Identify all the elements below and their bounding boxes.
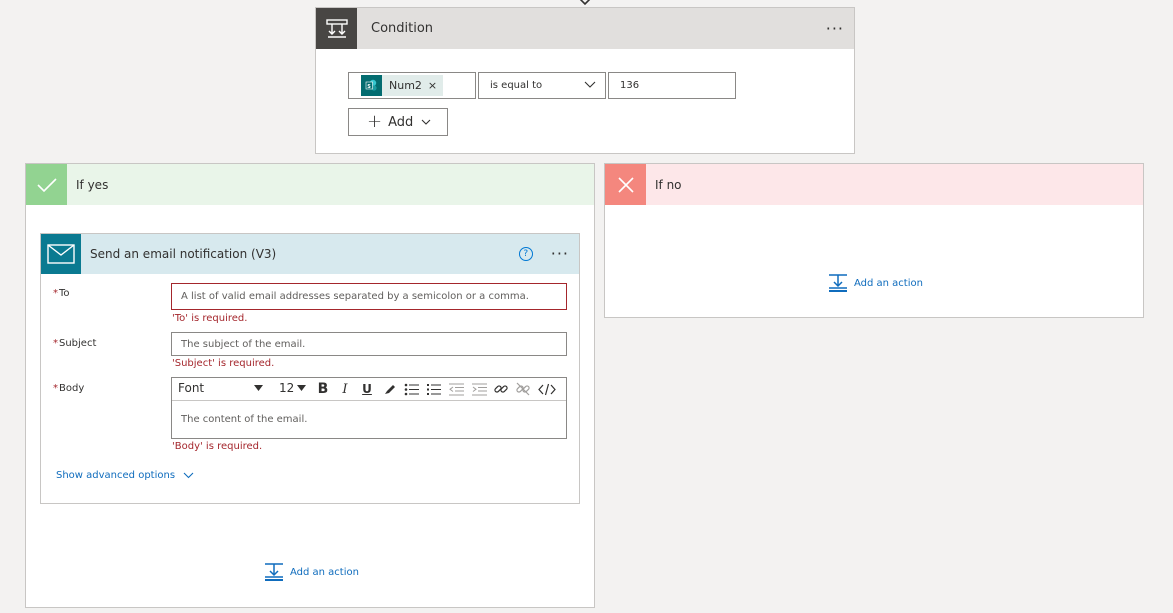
plus-icon: + — [367, 111, 383, 132]
outdent-icon — [448, 383, 464, 395]
email-card-title: Send an email notification (V3) — [90, 247, 277, 261]
unlink-icon — [516, 382, 530, 396]
insert-link-button[interactable] — [492, 380, 510, 398]
subject-error-message: 'Subject' is required. — [172, 358, 275, 369]
font-size-dropdown[interactable]: 12 — [279, 381, 307, 395]
advanced-options-label: Show advanced options — [56, 470, 176, 481]
caret-down-icon — [254, 385, 263, 391]
remove-link-button[interactable] — [514, 380, 532, 398]
body-placeholder: The content of the email. — [181, 414, 308, 425]
add-action-icon — [829, 274, 847, 292]
body-error-message: 'Body' is required. — [172, 441, 263, 452]
add-button-label: Add — [388, 114, 414, 130]
help-icon[interactable]: ? — [518, 247, 533, 261]
condition-title: Condition — [371, 21, 434, 36]
if-no-label: If no — [655, 177, 682, 192]
check-icon — [26, 164, 67, 205]
subject-label-text: Subject — [59, 338, 97, 349]
subject-field[interactable]: The subject of the email. — [171, 332, 567, 356]
token-remove-icon[interactable]: × — [428, 79, 437, 92]
sharepoint-icon: S — [361, 75, 382, 96]
add-action-label: Add an action — [854, 277, 923, 289]
if-no-add-action-button[interactable]: Add an action — [828, 273, 923, 293]
svg-text:S: S — [367, 84, 371, 90]
chevron-down-icon — [183, 472, 194, 479]
mail-icon — [41, 234, 81, 274]
numbered-list-button[interactable] — [424, 380, 442, 398]
subject-placeholder: The subject of the email. — [181, 338, 306, 350]
condition-row: S Num2 × is equal to 136 — [348, 72, 736, 99]
connector-arrow-icon — [579, 0, 591, 6]
code-icon — [538, 383, 556, 395]
operator-value: is equal to — [490, 80, 543, 91]
condition-value-input[interactable]: 136 — [608, 72, 736, 99]
to-label-text: To — [59, 288, 70, 299]
highlight-button[interactable] — [380, 380, 398, 398]
required-mark: * — [53, 288, 58, 299]
to-label: *To — [53, 288, 70, 299]
email-card-more-button[interactable]: ··· — [551, 246, 569, 262]
chevron-down-icon — [584, 81, 596, 88]
indent-icon — [471, 383, 487, 395]
code-view-button[interactable] — [538, 380, 556, 398]
body-editor-area[interactable]: The content of the email. — [172, 401, 566, 425]
bullet-list-icon — [404, 383, 419, 395]
email-notification-card: Send an email notification (V3) ? ··· *T… — [40, 233, 580, 504]
close-icon — [605, 164, 646, 205]
to-error-message: 'To' is required. — [172, 313, 248, 324]
condition-more-button[interactable]: ··· — [826, 20, 844, 36]
bulleted-list-button[interactable] — [402, 380, 420, 398]
required-mark: * — [53, 383, 58, 394]
email-card-header[interactable]: Send an email notification (V3) ? ··· — [41, 234, 579, 274]
italic-button[interactable]: I — [336, 380, 354, 398]
token-label: Num2 — [389, 79, 422, 92]
bold-button[interactable]: B — [314, 380, 332, 398]
if-yes-label: If yes — [76, 177, 109, 192]
underline-button[interactable]: U — [358, 380, 376, 398]
dynamic-content-token[interactable]: S Num2 × — [361, 75, 444, 96]
body-rich-text-editor: Font 12 B I U The content of the email. — [171, 377, 567, 439]
required-mark: * — [53, 338, 58, 349]
if-yes-header: If yes — [26, 164, 594, 205]
if-no-header: If no — [605, 164, 1143, 205]
marker-icon — [384, 384, 395, 394]
condition-left-operand[interactable]: S Num2 × — [348, 72, 476, 99]
subject-label: *Subject — [53, 338, 96, 349]
body-label: *Body — [53, 383, 84, 394]
if-yes-add-action-button[interactable]: Add an action — [264, 562, 359, 582]
condition-header[interactable]: Condition ··· — [316, 8, 854, 49]
font-family-dropdown[interactable]: Font — [178, 381, 268, 395]
link-icon — [494, 385, 508, 393]
add-action-label: Add an action — [290, 566, 359, 578]
add-condition-button[interactable]: + Add — [348, 108, 448, 136]
condition-icon — [316, 8, 357, 49]
font-family-value: Font — [178, 381, 205, 395]
branch-if-no: If no Add an action — [604, 163, 1144, 318]
caret-down-icon — [297, 385, 307, 391]
condition-card: Condition ··· S Num2 × is equal to 136 +… — [315, 7, 855, 154]
to-placeholder: A list of valid email addresses separate… — [181, 291, 529, 302]
font-size-value: 12 — [279, 381, 295, 395]
chevron-down-icon — [421, 119, 431, 125]
to-field[interactable]: A list of valid email addresses separate… — [171, 283, 567, 310]
operator-dropdown[interactable]: is equal to — [478, 72, 606, 99]
add-action-icon — [265, 563, 283, 581]
increase-indent-button[interactable] — [470, 380, 488, 398]
body-label-text: Body — [59, 383, 85, 394]
show-advanced-options-link[interactable]: Show advanced options — [56, 470, 194, 481]
rte-toolbar: Font 12 B I U — [172, 378, 566, 401]
numbered-list-icon — [426, 383, 441, 395]
decrease-indent-button[interactable] — [447, 380, 465, 398]
